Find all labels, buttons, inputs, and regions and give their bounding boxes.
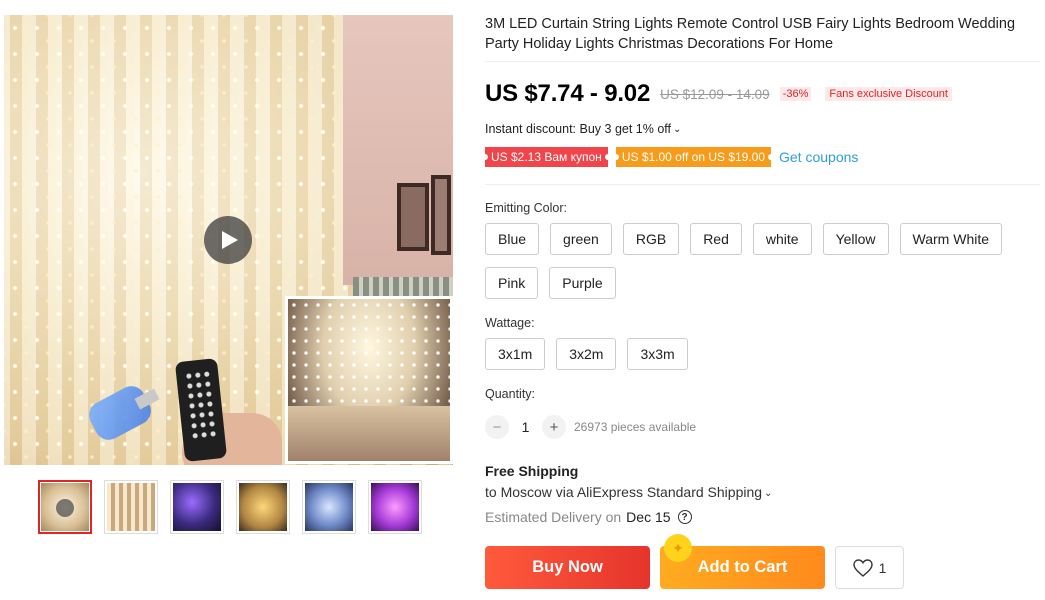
purchase-actions: Buy Now ✦ Add to Cart 1 bbox=[485, 534, 904, 589]
inset-bed bbox=[288, 406, 450, 461]
decrease-quantity-button[interactable]: − bbox=[485, 415, 509, 439]
color-option[interactable]: Warm White bbox=[899, 223, 1003, 255]
shipping-destination[interactable]: to Moscow via AliExpress Standard Shippi… bbox=[485, 484, 772, 500]
coupon-orange[interactable]: US $1.00 off on US $19.00 bbox=[615, 147, 772, 167]
thumbnail-strip bbox=[38, 480, 422, 534]
increase-quantity-button[interactable]: + bbox=[542, 415, 566, 439]
shipping-destination-text: to Moscow via AliExpress Standard Shippi… bbox=[485, 484, 763, 500]
color-option[interactable]: Pink bbox=[485, 267, 539, 299]
quantity-value[interactable]: 1 bbox=[509, 419, 542, 435]
picture-frame bbox=[397, 183, 429, 251]
chevron-down-icon: ⌄ bbox=[673, 124, 682, 135]
color-options: Blue green RGB Red white Yellow Warm Whi… bbox=[485, 223, 1045, 299]
estimated-delivery: Estimated Delivery on Dec 15 ? bbox=[485, 509, 692, 525]
wishlist-button[interactable]: 1 bbox=[835, 546, 904, 589]
color-option[interactable]: Yellow bbox=[822, 223, 889, 255]
wattage-label: Wattage: bbox=[485, 316, 535, 330]
price-row: US $7.74 - 9.02 US $12.09 - 14.09 -36% F… bbox=[485, 80, 952, 108]
main-product-image[interactable] bbox=[4, 15, 453, 465]
color-option[interactable]: RGB bbox=[622, 223, 680, 255]
color-option[interactable]: Blue bbox=[485, 223, 540, 255]
color-option[interactable]: Red bbox=[690, 223, 742, 255]
thumbnail-5[interactable] bbox=[302, 480, 356, 534]
color-option[interactable]: white bbox=[752, 223, 812, 255]
color-option[interactable]: green bbox=[550, 223, 612, 255]
play-icon bbox=[222, 231, 238, 249]
inset-image bbox=[285, 296, 453, 464]
sparkle-icon: ✦ bbox=[664, 534, 692, 562]
instant-discount-text: Instant discount: Buy 3 get 1% off bbox=[485, 122, 671, 136]
wishlist-count: 1 bbox=[878, 559, 887, 576]
divider bbox=[485, 61, 1040, 62]
coupon-red[interactable]: US $2.13 Вам купон bbox=[485, 147, 608, 167]
wattage-option[interactable]: 3x3m bbox=[627, 338, 688, 370]
thumbnail-4[interactable] bbox=[236, 480, 290, 534]
color-option[interactable]: Purple bbox=[549, 267, 616, 299]
original-price: US $12.09 - 14.09 bbox=[660, 86, 770, 102]
picture-frame bbox=[431, 175, 451, 255]
play-video-button[interactable] bbox=[204, 216, 252, 264]
delivery-label: Estimated Delivery on bbox=[485, 509, 622, 525]
wattage-options: 3x1m 3x2m 3x3m bbox=[485, 338, 1045, 370]
quantity-label: Quantity: bbox=[485, 387, 536, 401]
divider bbox=[485, 184, 1040, 185]
instant-discount[interactable]: Instant discount: Buy 3 get 1% off ⌄ bbox=[485, 122, 681, 136]
quantity-stepper: − 1 + 26973 pieces available bbox=[485, 415, 696, 439]
heart-icon bbox=[852, 558, 873, 577]
add-to-cart-label: Add to Cart bbox=[697, 558, 788, 576]
delivery-date: Dec 15 bbox=[626, 509, 671, 525]
thumbnail-6[interactable] bbox=[368, 480, 422, 534]
shipping-title: Free Shipping bbox=[485, 463, 579, 479]
fans-discount-badge: Fans exclusive Discount bbox=[825, 87, 952, 101]
product-title: 3M LED Curtain String Lights Remote Cont… bbox=[485, 16, 1016, 52]
thumbnail-3[interactable] bbox=[170, 480, 224, 534]
thumbnail-1[interactable] bbox=[38, 480, 92, 534]
discount-badge: -36% bbox=[779, 87, 812, 101]
coupons-row: US $2.13 Вам купон US $1.00 off on US $1… bbox=[485, 147, 858, 167]
wattage-option[interactable]: 3x1m bbox=[485, 338, 546, 370]
chevron-down-icon: ⌄ bbox=[764, 488, 773, 499]
pieces-available: 26973 pieces available bbox=[574, 420, 697, 434]
add-to-cart-button[interactable]: ✦ Add to Cart bbox=[660, 534, 825, 589]
current-price: US $7.74 - 9.02 bbox=[485, 80, 651, 107]
color-label: Emitting Color: bbox=[485, 201, 567, 215]
buy-now-button[interactable]: Buy Now bbox=[485, 546, 650, 589]
wattage-option[interactable]: 3x2m bbox=[556, 338, 617, 370]
help-icon[interactable]: ? bbox=[677, 510, 692, 524]
thumbnail-2[interactable] bbox=[104, 480, 158, 534]
get-coupons-link[interactable]: Get coupons bbox=[779, 149, 858, 165]
